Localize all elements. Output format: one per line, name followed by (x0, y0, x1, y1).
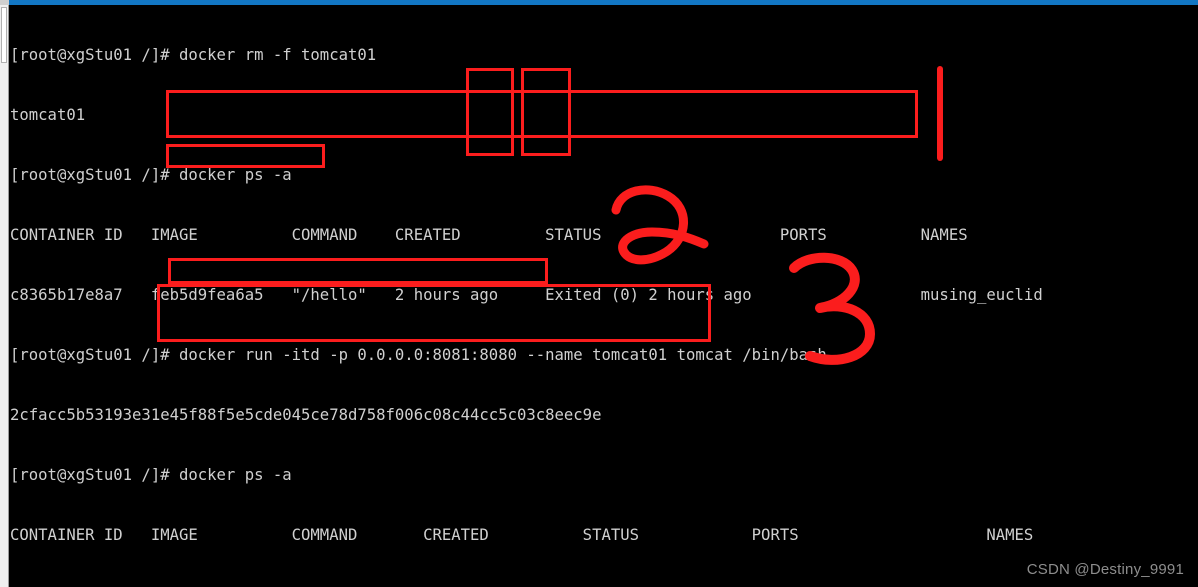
terminal-window: [root@xgStu01 /]# docker rm -f tomcat01 … (0, 0, 1198, 587)
terminal-line: CONTAINER ID IMAGE COMMAND CREATED STATU… (10, 526, 1034, 544)
terminal-line: [root@xgStu01 /]# docker rm -f tomcat01 (10, 46, 377, 64)
terminal-scrollbar[interactable] (0, 5, 9, 587)
terminal-line: [root@xgStu01 /]# docker ps -a (10, 466, 292, 484)
terminal-line: CONTAINER ID IMAGE COMMAND CREATED STATU… (10, 226, 968, 244)
terminal-line: [root@xgStu01 /]# docker ps -a (10, 166, 292, 184)
terminal-line: 2cfacc5b53193e31e45f88f5e5cde045ce78d758… (10, 406, 602, 424)
scrollbar-thumb[interactable] (1, 7, 7, 63)
terminal-line: tomcat01 (10, 106, 86, 124)
terminal-output[interactable]: [root@xgStu01 /]# docker rm -f tomcat01 … (10, 5, 1198, 587)
terminal-line: [root@xgStu01 /]# docker run -itd -p 0.0… (10, 346, 827, 364)
terminal-line: c8365b17e8a7 feb5d9fea6a5 "/hello" 2 hou… (10, 286, 1043, 304)
